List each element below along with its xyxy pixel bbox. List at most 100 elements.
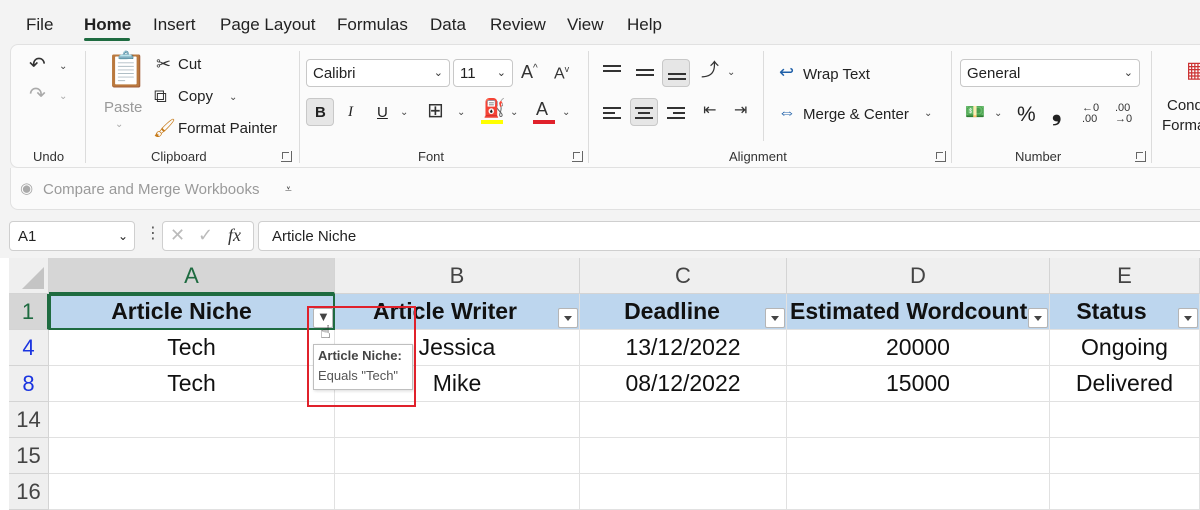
empty-cell[interactable] xyxy=(49,402,335,438)
empty-cell[interactable] xyxy=(580,402,787,438)
name-box[interactable]: A1 ⌄ xyxy=(9,221,135,251)
paste-label[interactable]: Paste xyxy=(104,99,142,116)
empty-cell[interactable] xyxy=(787,438,1050,474)
empty-cell[interactable] xyxy=(787,474,1050,510)
italic-button[interactable]: I xyxy=(348,104,353,121)
tab-page-layout[interactable]: Page Layout xyxy=(220,15,315,35)
row-header-16[interactable]: 16 xyxy=(9,474,49,510)
decrease-font-size-icon[interactable]: Av xyxy=(554,65,569,82)
empty-cell[interactable] xyxy=(787,402,1050,438)
filter-dropdown-button[interactable] xyxy=(765,308,785,328)
header-cell-article-niche[interactable]: Article Niche xyxy=(49,294,335,330)
filter-dropdown-button[interactable] xyxy=(558,308,578,328)
wrap-text-icon[interactable]: ↩ xyxy=(779,63,794,81)
more-options-icon[interactable]: ⋮ xyxy=(145,226,161,242)
table-cell[interactable]: Ongoing xyxy=(1050,330,1200,366)
insert-function-button[interactable]: fx xyxy=(228,226,241,244)
font-color-icon[interactable]: A xyxy=(536,100,548,118)
row-header-15[interactable]: 15 xyxy=(9,438,49,474)
copy-button[interactable]: Copy xyxy=(178,88,213,105)
middle-align-icon[interactable] xyxy=(636,69,654,79)
empty-cell[interactable] xyxy=(1050,438,1200,474)
column-header-c[interactable]: C xyxy=(580,258,787,294)
paste-icon[interactable]: 📋 xyxy=(105,53,147,87)
merge-center-dropdown-icon[interactable]: ⌄ xyxy=(924,108,932,119)
empty-cell[interactable] xyxy=(580,474,787,510)
table-cell[interactable]: Tech xyxy=(49,366,335,402)
orientation-dropdown-icon[interactable]: ⌄ xyxy=(727,67,735,78)
alignment-launcher-icon[interactable] xyxy=(935,151,946,162)
empty-cell[interactable] xyxy=(335,402,580,438)
compare-merge-button[interactable]: Compare and Merge Workbooks xyxy=(43,181,260,198)
fill-color-dropdown-icon[interactable]: ⌄ xyxy=(510,107,518,118)
tab-review[interactable]: Review xyxy=(490,15,546,35)
conditional-formatting-label-2[interactable]: Forma xyxy=(1162,117,1200,134)
conditional-formatting-label-1[interactable]: Cond xyxy=(1167,97,1200,114)
borders-dropdown-icon[interactable]: ⌄ xyxy=(457,107,465,118)
select-all-button[interactable] xyxy=(9,258,49,294)
tab-help[interactable]: Help xyxy=(627,15,662,35)
row-header-4[interactable]: 4 xyxy=(9,330,49,366)
font-size-select[interactable]: 11 ⌄ xyxy=(453,59,513,87)
filter-dropdown-button[interactable] xyxy=(1028,308,1048,328)
font-launcher-icon[interactable] xyxy=(572,151,583,162)
undo-icon[interactable]: ↶ xyxy=(29,55,46,75)
format-painter-icon[interactable]: 🖌 xyxy=(153,119,176,137)
filter-dropdown-button[interactable] xyxy=(1178,308,1198,328)
underline-dropdown-icon[interactable]: ⌄ xyxy=(400,107,408,118)
table-cell[interactable]: Tech xyxy=(49,330,335,366)
increase-font-size-icon[interactable]: A^ xyxy=(521,63,538,81)
percent-style-button[interactable]: % xyxy=(1017,103,1036,127)
wrap-text-button[interactable]: Wrap Text xyxy=(803,66,870,83)
empty-cell[interactable] xyxy=(49,474,335,510)
formula-input[interactable]: Article Niche xyxy=(258,221,1200,251)
increase-indent-icon[interactable]: ⇥ xyxy=(734,103,747,119)
comma-style-button[interactable]: ❟ xyxy=(1052,99,1061,127)
empty-cell[interactable] xyxy=(335,474,580,510)
tab-formulas[interactable]: Formulas xyxy=(337,15,408,35)
number-format-select[interactable]: General ⌄ xyxy=(960,59,1140,87)
tab-insert[interactable]: Insert xyxy=(153,15,196,35)
underline-button[interactable]: U xyxy=(377,104,388,121)
orientation-icon[interactable]: ⤴ xyxy=(701,61,719,79)
redo-icon[interactable]: ↷ xyxy=(29,85,46,105)
align-right-icon[interactable] xyxy=(667,107,685,122)
number-launcher-icon[interactable] xyxy=(1135,151,1146,162)
conditional-formatting-icon[interactable]: ▦ xyxy=(1186,59,1200,81)
empty-cell[interactable] xyxy=(49,438,335,474)
font-name-select[interactable]: Calibri ⌄ xyxy=(306,59,450,87)
row-header-8[interactable]: 8 xyxy=(9,366,49,402)
undo-dropdown-icon[interactable]: ⌄ xyxy=(59,61,67,72)
header-cell-deadline[interactable]: Deadline xyxy=(580,294,787,330)
compare-merge-icon[interactable]: ◉ xyxy=(20,181,33,196)
table-cell[interactable]: 13/12/2022 xyxy=(580,330,787,366)
tab-file[interactable]: File xyxy=(26,15,53,35)
table-cell[interactable]: Delivered xyxy=(1050,366,1200,402)
font-color-dropdown-icon[interactable]: ⌄ xyxy=(562,107,570,118)
decrease-decimal-icon[interactable]: .00 →0 xyxy=(1115,103,1132,125)
column-header-b[interactable]: B xyxy=(335,258,580,294)
increase-decimal-icon[interactable]: ←0.00 xyxy=(1082,103,1099,125)
accounting-format-icon[interactable]: 💵 xyxy=(965,105,985,121)
copy-dropdown-icon[interactable]: ⌄ xyxy=(229,92,237,103)
cut-icon[interactable]: ✂ xyxy=(156,55,171,73)
merge-center-icon[interactable]: ⇔ xyxy=(778,103,796,121)
empty-cell[interactable] xyxy=(580,438,787,474)
table-cell[interactable]: 15000 xyxy=(787,366,1050,402)
row-header-1[interactable]: 1 xyxy=(9,294,49,330)
empty-cell[interactable] xyxy=(335,438,580,474)
tab-home[interactable]: Home xyxy=(84,15,131,35)
accounting-dropdown-icon[interactable]: ⌄ xyxy=(994,108,1002,119)
column-header-a[interactable]: A xyxy=(49,258,335,294)
borders-icon[interactable]: ⊞ xyxy=(427,101,444,121)
header-cell-estimated-wordcount[interactable]: Estimated Wordcount xyxy=(787,294,1050,330)
top-align-icon[interactable] xyxy=(603,65,621,75)
format-painter-button[interactable]: Format Painter xyxy=(178,120,277,137)
table-cell[interactable]: 20000 xyxy=(787,330,1050,366)
empty-cell[interactable] xyxy=(1050,402,1200,438)
customize-toolbar-icon[interactable]: ⩡ xyxy=(285,182,292,197)
cut-button[interactable]: Cut xyxy=(178,56,201,73)
clipboard-launcher-icon[interactable] xyxy=(281,151,292,162)
redo-dropdown-icon[interactable]: ⌄ xyxy=(59,91,67,102)
tab-data[interactable]: Data xyxy=(430,15,466,35)
